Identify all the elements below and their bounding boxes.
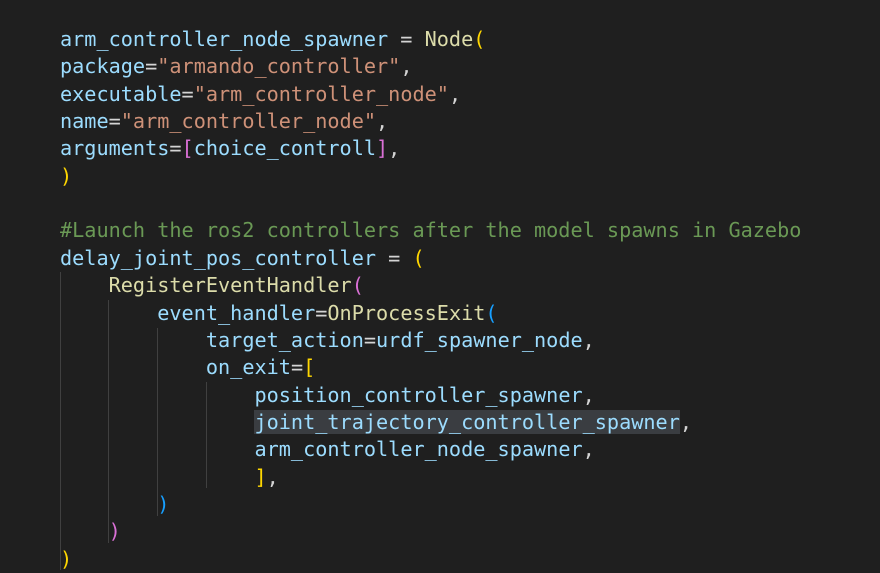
- code-token: ]: [376, 136, 389, 161]
- code-line[interactable]: package="armando_controller",: [60, 53, 412, 80]
- code-token: [: [181, 136, 194, 161]
- code-line[interactable]: name="arm_controller_node",: [60, 108, 388, 135]
- code-line[interactable]: ): [60, 546, 72, 573]
- code-line[interactable]: ],: [60, 464, 279, 491]
- code-line[interactable]: target_action=urdf_spawner_node,: [60, 327, 595, 354]
- code-token: (: [485, 300, 498, 325]
- code-token: =: [315, 300, 328, 325]
- code-token: ,: [388, 136, 401, 161]
- code-token: delay_joint_pos_controller: [60, 245, 377, 270]
- code-token: name: [60, 109, 109, 134]
- code-line[interactable]: ): [60, 518, 121, 545]
- code-token: ): [157, 491, 170, 516]
- code-string: "arm_controller_node": [120, 109, 377, 134]
- code-token: Node: [424, 27, 474, 51]
- code-token: OnProcessExit: [327, 300, 486, 325]
- code-token: choice_controll: [193, 136, 377, 161]
- code-comment: #Launch the ros2 controllers after the m…: [60, 218, 802, 243]
- code-token: ): [60, 163, 73, 188]
- code-token: =: [169, 136, 182, 161]
- code-token: ,: [582, 437, 595, 462]
- code-token: on_exit: [205, 355, 291, 380]
- code-line[interactable]: event_handler=OnProcessExit(: [60, 300, 498, 327]
- code-token: joint_trajectory_controller_spawner: [254, 409, 680, 434]
- code-token: urdf_spawner_node: [376, 327, 583, 352]
- code-token: ,: [266, 464, 279, 489]
- code-token: ,: [582, 382, 595, 407]
- code-line[interactable]: #Launch the ros2 controllers after the m…: [60, 217, 801, 244]
- code-token: executable: [60, 81, 182, 106]
- code-editor[interactable]: arm_controller_node_spawner = Node(packa…: [0, 0, 880, 571]
- code-token: ]: [254, 464, 267, 489]
- code-token: [: [303, 355, 316, 380]
- code-line[interactable]: position_controller_spawner,: [60, 382, 595, 409]
- code-token: target_action: [205, 327, 364, 352]
- code-token: ,: [376, 109, 389, 134]
- code-line[interactable]: RegisterEventHandler(: [60, 272, 364, 299]
- code-token: =: [388, 27, 425, 51]
- code-string: "arm_controller_node": [193, 81, 449, 106]
- code-token: ,: [400, 54, 413, 79]
- code-token: (: [351, 273, 364, 298]
- code-token: =: [290, 355, 304, 380]
- code-token: ,: [582, 327, 595, 352]
- code-token: arm_controller_node_spawner: [60, 27, 389, 51]
- code-token: =: [145, 54, 158, 79]
- code-token: (: [473, 27, 486, 51]
- code-line[interactable]: ): [60, 491, 169, 518]
- code-line[interactable]: arm_controller_node_spawner = Node(: [60, 26, 485, 53]
- code-line[interactable]: executable="arm_controller_node",: [60, 81, 461, 108]
- code-token: position_controller_spawner: [254, 382, 583, 407]
- code-token: arm_controller_node_spawner: [254, 437, 583, 462]
- code-token: ): [108, 519, 121, 544]
- code-token: ): [60, 546, 73, 571]
- code-token: =: [108, 109, 121, 134]
- code-line[interactable]: arguments=[choice_controll],: [60, 135, 400, 162]
- code-line[interactable]: joint_trajectory_controller_spawner,: [60, 409, 692, 436]
- code-token: (: [412, 245, 425, 270]
- code-line[interactable]: arm_controller_node_spawner,: [60, 436, 595, 463]
- code-token: ,: [448, 81, 462, 106]
- code-token: ,: [679, 409, 693, 434]
- code-token: =: [181, 81, 194, 106]
- code-token: arguments: [60, 136, 170, 161]
- code-string: "armando_controller": [157, 54, 401, 79]
- code-line[interactable]: ): [60, 163, 72, 190]
- code-line[interactable]: on_exit=[: [60, 354, 315, 381]
- code-line[interactable]: delay_joint_pos_controller = (: [60, 245, 425, 272]
- code-token: package: [60, 54, 146, 79]
- code-token: RegisterEventHandler: [108, 273, 352, 298]
- code-token: =: [363, 327, 377, 352]
- code-token: =: [376, 245, 413, 270]
- code-token: event_handler: [157, 300, 316, 325]
